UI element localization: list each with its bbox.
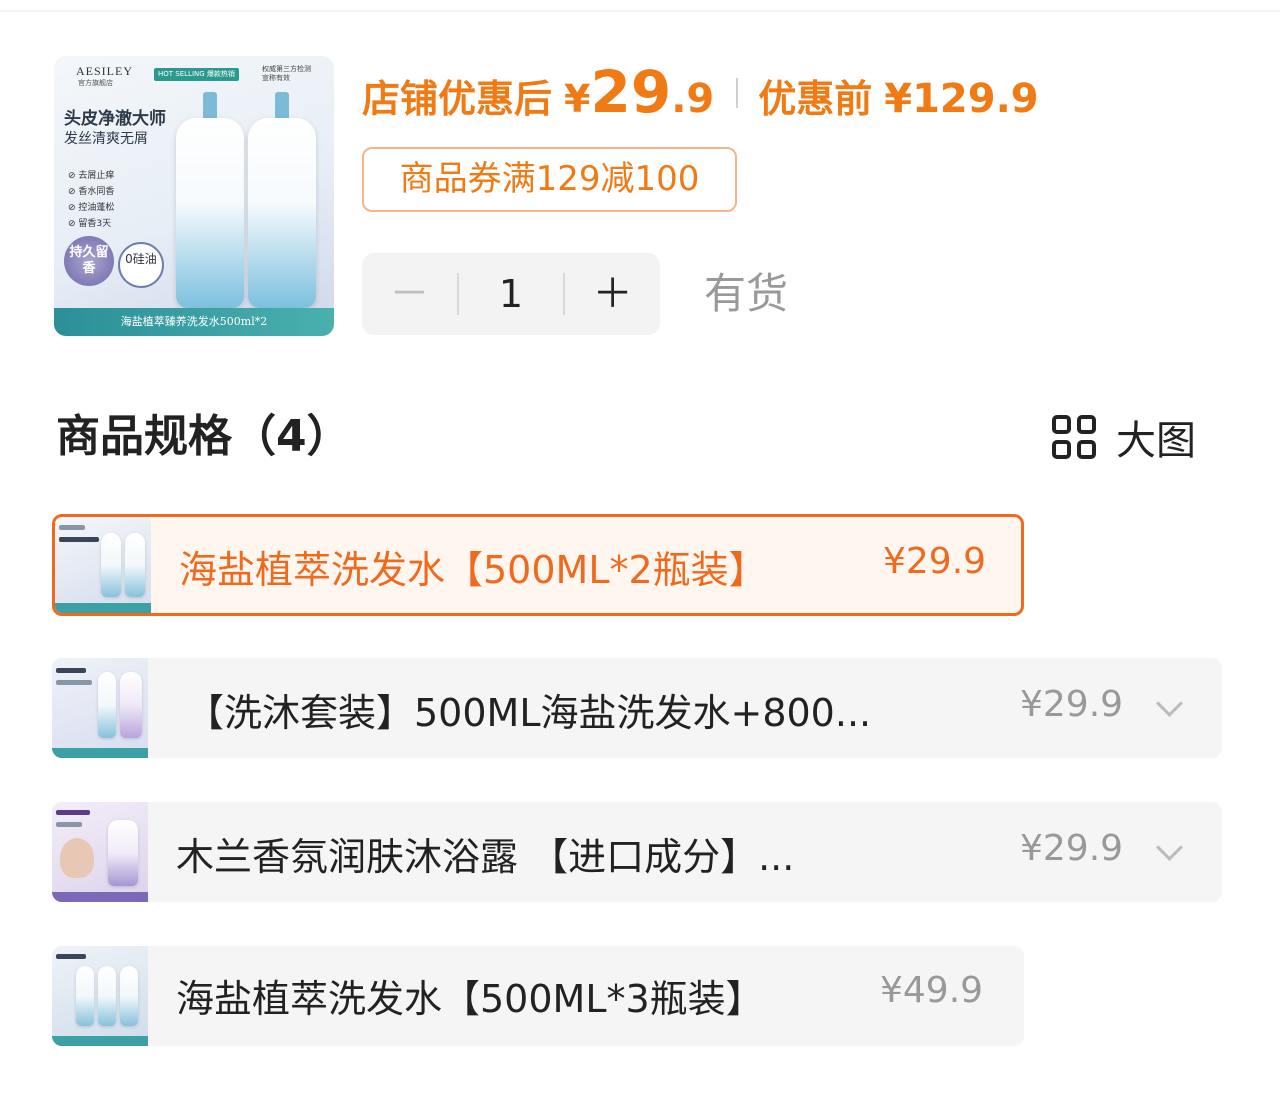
- spec-option[interactable]: 海盐植萃洗发水【500ML*3瓶装】 ¥49.9: [52, 946, 1024, 1046]
- thumb-bottle: [120, 672, 142, 738]
- image-feature: ⊘ 香水同香: [68, 187, 115, 197]
- price-after-decimal: .9: [671, 76, 715, 122]
- decrease-button[interactable]: －: [362, 253, 457, 335]
- quantity-stepper: － 1 ＋: [362, 253, 660, 335]
- thumb-text: [56, 668, 86, 673]
- spec-thumbnail: [52, 946, 148, 1046]
- spec-option[interactable]: 木兰香氛润肤沐浴露 【进口成分】... ¥29.9: [52, 802, 1222, 902]
- big-view-label: 大图: [1116, 418, 1196, 464]
- thumb-text: [56, 822, 82, 827]
- thumb-text: [56, 680, 92, 685]
- spec-name: 海盐植萃洗发水【500ML*3瓶装】: [176, 977, 764, 1021]
- spec-option[interactable]: 海盐植萃洗发水【500ML*2瓶装】 ¥29.9: [52, 514, 1024, 616]
- image-subheadline: 发丝清爽无屑: [64, 131, 148, 147]
- bottle-pump: [275, 92, 289, 120]
- bottle: [176, 118, 244, 308]
- thumb-text: [56, 954, 86, 959]
- thumb-strip: [52, 892, 148, 902]
- image-brand-sub: 官方旗舰店: [78, 79, 113, 87]
- thumb-bottle: [125, 533, 145, 597]
- spec-thumbnail: [52, 802, 148, 902]
- price-before-label: 优惠前: [758, 77, 873, 121]
- image-auth-line2: 宣称有效: [262, 74, 290, 82]
- thumb-strip: [52, 748, 148, 758]
- image-brand: AESILEY: [76, 64, 133, 78]
- image-feature: ⊘ 控油蓬松: [68, 203, 115, 213]
- thumb-strip: [55, 603, 151, 613]
- image-feature: ⊘ 留香3天: [68, 219, 112, 229]
- bottle-pump: [203, 92, 217, 120]
- price-row: 店铺优惠后 ¥ 29 .9 优惠前 ¥129.9: [362, 58, 1039, 128]
- spec-price: ¥49.9: [880, 970, 984, 1011]
- quantity-value[interactable]: 1: [456, 273, 566, 315]
- thumb-bottle: [101, 533, 121, 597]
- image-auth-text: 权威第三方检测 宣称有效: [262, 65, 311, 83]
- big-view-toggle[interactable]: 大图: [1052, 408, 1196, 466]
- image-badge-silicone-free: 0硅油: [118, 242, 164, 288]
- thumb-portrait: [60, 838, 94, 878]
- image-badge-lasting: 持久留香: [64, 236, 114, 286]
- stock-status: 有货: [704, 269, 789, 318]
- image-feature-text: 香水同香: [78, 187, 115, 197]
- spec-thumbnail: [52, 658, 148, 758]
- thumb-bottle: [76, 966, 94, 1026]
- thumb-strip: [52, 1036, 148, 1046]
- spec-price: ¥29.9: [1020, 828, 1124, 869]
- price-before: ¥129.9: [884, 76, 1039, 122]
- coupon-badge[interactable]: 商品券满129减100: [362, 147, 737, 212]
- spec-name: 木兰香氛润肤沐浴露 【进口成分】...: [176, 835, 795, 879]
- thumb-bottle: [98, 966, 116, 1026]
- thumb-bottle: [120, 966, 138, 1026]
- thumb-text: [59, 525, 85, 530]
- top-divider: [0, 10, 1280, 12]
- thumb-text: [59, 537, 99, 542]
- spec-thumbnail: [55, 517, 151, 613]
- spec-section-title: 商品规格（4）: [56, 411, 351, 462]
- grid-icon: [1052, 415, 1096, 459]
- bottle: [248, 118, 316, 308]
- spec-option[interactable]: 【洗沐套装】500ML海盐洗发水+800... ¥29.9: [52, 658, 1222, 758]
- spec-price: ¥29.9: [1020, 684, 1124, 725]
- image-feature-text: 去屑止痒: [78, 171, 115, 181]
- product-main-image[interactable]: AESILEY 官方旗舰店 HOT SELLING 爆款热销 权威第三方检测 宣…: [54, 56, 334, 336]
- chevron-down-icon[interactable]: [1156, 834, 1183, 861]
- spec-name: 海盐植萃洗发水【500ML*2瓶装】: [179, 548, 767, 592]
- price-separator: [736, 78, 739, 108]
- thumb-text: [56, 810, 90, 815]
- price-after-integer: 29: [590, 58, 672, 126]
- image-headline: 头皮净澈大师: [64, 109, 166, 129]
- thumb-bottle: [98, 672, 116, 738]
- image-hot-badge: HOT SELLING 爆款热销: [154, 68, 239, 81]
- currency-symbol: ¥: [564, 77, 591, 121]
- image-feature: ⊘ 去屑止痒: [68, 171, 115, 181]
- price-after-label: 店铺优惠后: [362, 77, 553, 121]
- spec-price: ¥29.9: [883, 541, 987, 582]
- thumb-bottle: [108, 820, 138, 886]
- image-bottom-strip: 海盐植萃臻养洗发水500ml*2: [54, 308, 334, 336]
- image-feature-text: 控油蓬松: [78, 203, 115, 213]
- image-feature-text: 留香3天: [78, 219, 112, 229]
- increase-button[interactable]: ＋: [565, 253, 660, 335]
- image-auth-line1: 权威第三方检测: [262, 65, 311, 73]
- chevron-down-icon[interactable]: [1156, 690, 1183, 717]
- spec-name: 【洗沐套装】500ML海盐洗发水+800...: [186, 691, 872, 735]
